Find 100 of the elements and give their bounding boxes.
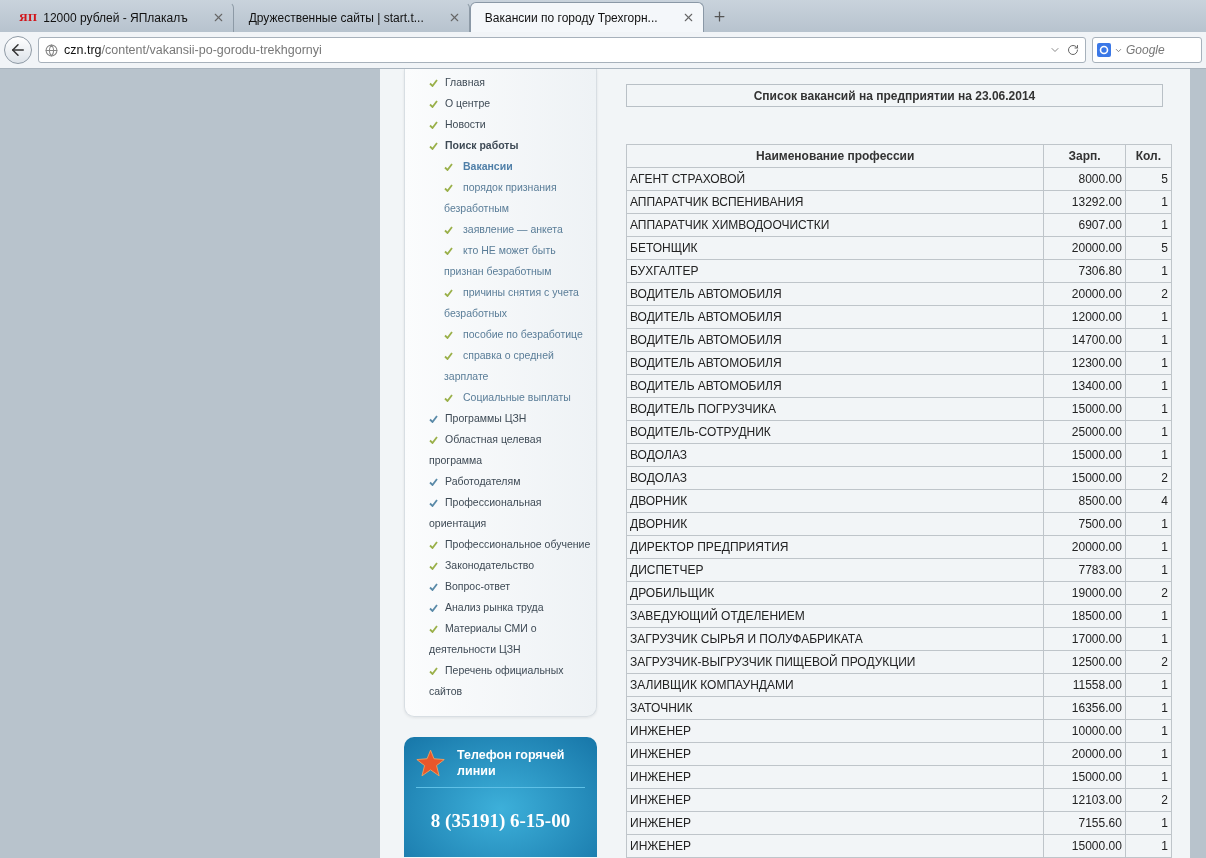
table-cell: ЗАГРУЗЧИК СЫРЬЯ И ПОЛУФАБРИКАТА: [626, 627, 1044, 651]
table-cell: 1: [1125, 604, 1172, 628]
reload-icon[interactable]: [1067, 44, 1079, 56]
phone-number: 8 (35191) 6-15-00: [429, 810, 572, 832]
search-input[interactable]: Google: [1126, 43, 1186, 57]
table-cell: 1: [1125, 558, 1172, 582]
menu-link[interactable]: Законодательство: [429, 555, 592, 576]
star-icon: [416, 747, 446, 779]
tab-title: 12000 рублей - ЯПлакалъ: [43, 10, 189, 25]
table-cell: ЗАГРУЗЧИК-ВЫГРУЗЧИК ПИЩЕВОЙ ПРОДУКЦИИ: [626, 650, 1044, 674]
table-cell: 2: [1125, 466, 1172, 490]
table-cell: 1: [1125, 397, 1172, 421]
column-header: Кол.: [1125, 144, 1172, 168]
back-button[interactable]: [4, 36, 32, 64]
menu-link[interactable]: Новости: [429, 114, 592, 135]
menu-link[interactable]: Работодателям: [429, 471, 592, 492]
globe-icon: [45, 43, 58, 57]
table-cell: АГЕНТ СТРАХОВОЙ: [626, 167, 1044, 191]
tab-title: Вакансии по городу Трехгорн...: [484, 10, 659, 25]
table-cell: 15000.00: [1043, 397, 1126, 421]
table-cell: 11558.00: [1043, 673, 1126, 697]
table-cell: АППАРАТЧИК ХИМВОДООЧИСТКИ: [626, 213, 1044, 237]
table-cell: ВОДИТЕЛЬ АВТОМОБИЛЯ: [626, 305, 1044, 329]
table-cell: 1: [1125, 213, 1172, 237]
table-cell: 1: [1125, 328, 1172, 352]
table-cell: 15000.00: [1043, 466, 1126, 490]
table-cell: 2: [1125, 581, 1172, 605]
table-cell: 15000.00: [1043, 834, 1126, 858]
table-cell: 2: [1125, 650, 1172, 674]
table-cell: 7500.00: [1043, 512, 1126, 536]
table-cell: 13400.00: [1043, 374, 1126, 398]
table-cell: ДРОБИЛЬЩИК: [626, 581, 1044, 605]
table-cell: ИНЖЕНЕР: [626, 811, 1044, 835]
browser-tab[interactable]: Вакансии по городу Трехгорн...: [469, 2, 704, 32]
table-cell: 10000.00: [1043, 719, 1126, 743]
table-cell: 1: [1125, 673, 1172, 697]
table-cell: ЗАВЕДУЮЩИЙ ОТДЕЛЕНИЕМ: [626, 604, 1044, 628]
table-cell: 16356.00: [1043, 696, 1126, 720]
menu-link[interactable]: Профессиональная ориентация: [429, 492, 592, 534]
table-cell: БУХГАЛТЕР: [626, 259, 1044, 283]
column-header: Наименование профессии: [626, 144, 1044, 168]
menu-link[interactable]: заявление — анкета: [429, 219, 592, 240]
new-tab-icon[interactable]: [711, 9, 727, 24]
table-cell: 1: [1125, 742, 1172, 766]
table-cell: ЗАЛИВЩИК КОМПАУНДАМИ: [626, 673, 1044, 697]
table-cell: 15000.00: [1043, 765, 1126, 789]
favicon: ЯП: [19, 12, 38, 23]
table-cell: 4: [1125, 489, 1172, 513]
table-cell: 1: [1125, 305, 1172, 329]
table-cell: ИНЖЕНЕР: [626, 719, 1044, 743]
tab-title: Дружественные сайты | start.t...: [248, 10, 425, 25]
table-cell: 25000.00: [1043, 420, 1126, 444]
table-cell: 1: [1125, 535, 1172, 559]
table-cell: 1: [1125, 190, 1172, 214]
menu-link[interactable]: Программы ЦЗН: [429, 408, 592, 429]
table-cell: 1: [1125, 719, 1172, 743]
table-cell: ИНЖЕНЕР: [626, 742, 1044, 766]
menu-link[interactable]: Профессиональное обучение: [429, 534, 592, 555]
menu-link[interactable]: Социальные выплаты: [429, 387, 592, 408]
table-cell: 1: [1125, 351, 1172, 375]
table-cell: ИНЖЕНЕР: [626, 765, 1044, 789]
table-cell: 12103.00: [1043, 788, 1126, 812]
table-cell: 5: [1125, 236, 1172, 260]
table-cell: 13292.00: [1043, 190, 1126, 214]
table-cell: 12500.00: [1043, 650, 1126, 674]
table-cell: 2: [1125, 282, 1172, 306]
table-cell: ДВОРНИК: [626, 512, 1044, 536]
search-field[interactable]: Google: [1092, 37, 1202, 63]
menu-link[interactable]: справка о средней зарплате: [429, 345, 592, 387]
table-cell: 15000.00: [1043, 443, 1126, 467]
menu-link[interactable]: О центре: [429, 93, 592, 114]
table-cell: АППАРАТЧИК ВСПЕНИВАНИЯ: [626, 190, 1044, 214]
menu-link[interactable]: Областная целевая программа: [429, 429, 592, 471]
menu-link[interactable]: Главная: [429, 72, 592, 93]
table-cell: 8500.00: [1043, 489, 1126, 513]
table-cell: 2: [1125, 788, 1172, 812]
menu-link[interactable]: Анализ рынка труда: [429, 597, 592, 618]
table-cell: 20000.00: [1043, 742, 1126, 766]
table-cell: 5: [1125, 167, 1172, 191]
menu-link[interactable]: Поиск работы: [429, 135, 592, 156]
table-cell: ДВОРНИК: [626, 489, 1044, 513]
menu-link[interactable]: Вакансии: [429, 156, 592, 177]
table-cell: 20000.00: [1043, 282, 1126, 306]
table-cell: 1: [1125, 420, 1172, 444]
menu-link[interactable]: Вопрос-ответ: [429, 576, 592, 597]
menu-link[interactable]: пособие по безработице: [429, 324, 592, 345]
menu-link[interactable]: Перечень официальных сайтов: [429, 660, 592, 702]
table-cell: 7783.00: [1043, 558, 1126, 582]
table-cell: 1: [1125, 834, 1172, 858]
address-field[interactable]: czn.trg/content/vakansii-po-gorodu-trekhgornyi: [38, 37, 1086, 63]
menu-link[interactable]: Материалы СМИ о деятельности ЦЗН: [429, 618, 592, 660]
table-cell: 12000.00: [1043, 305, 1126, 329]
list-title: Список вакансий на предприятии на 23.06.2014: [626, 84, 1163, 107]
table-cell: 7306.80: [1043, 259, 1126, 283]
table-cell: 20000.00: [1043, 535, 1126, 559]
table-cell: 18500.00: [1043, 604, 1126, 628]
table-cell: 7155.60: [1043, 811, 1126, 835]
hotline-title: Телефон горячей линии: [457, 747, 566, 779]
table-cell: ВОДИТЕЛЬ-СОТРУДНИК: [626, 420, 1044, 444]
table-cell: 1: [1125, 512, 1172, 536]
